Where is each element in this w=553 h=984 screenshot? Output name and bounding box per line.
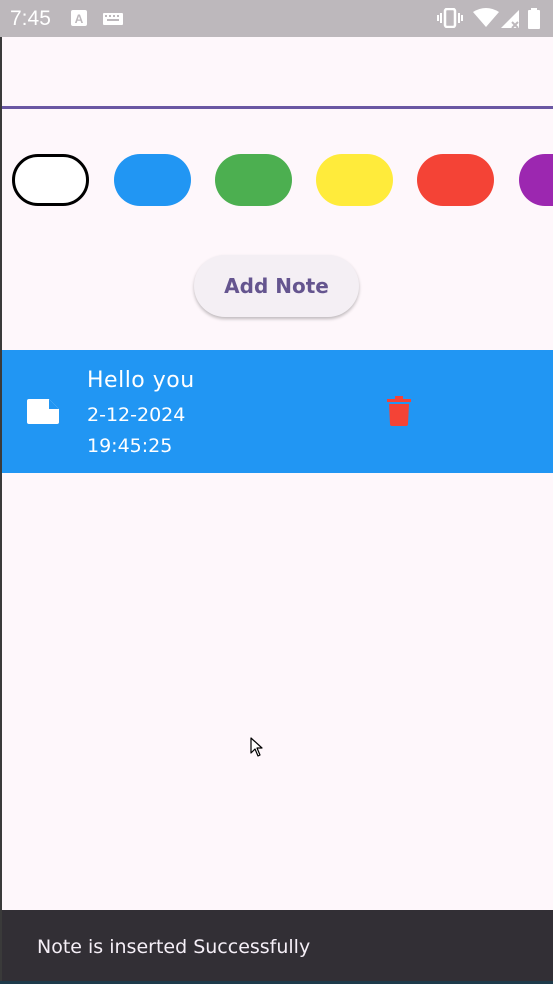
battery-icon [528,8,540,34]
note-title: Hello you [87,368,195,393]
wifi-icon [473,8,499,33]
note-date: 2-12-2024 [87,404,186,426]
note-icon [27,399,59,429]
add-note-button[interactable]: Add Note [194,255,359,317]
color-option-green[interactable] [215,154,292,206]
window-edge [0,0,2,984]
status-time: 7:45 [10,7,51,30]
note-card[interactable]: Hello you 2-12-2024 19:45:25 [2,350,553,473]
a-icon: A [71,9,87,32]
color-option-purple[interactable] [519,154,553,206]
keyboard-icon [103,12,123,30]
status-bar: 7:45 A [0,0,553,37]
trash-icon[interactable] [387,396,411,431]
signal-icon [501,8,521,33]
color-option-blue[interactable] [114,154,191,206]
vibrate-icon [437,7,463,33]
color-option-red[interactable] [417,154,494,206]
note-input[interactable] [0,37,553,110]
svg-text:A: A [75,12,84,26]
note-input-underline [2,106,553,109]
snackbar: Note is inserted Successfully [2,910,553,984]
color-option-yellow[interactable] [316,154,393,206]
color-option-white[interactable] [12,154,89,206]
snackbar-message: Note is inserted Successfully [37,936,311,958]
note-time: 19:45:25 [87,435,173,457]
mouse-cursor-icon [250,737,264,762]
